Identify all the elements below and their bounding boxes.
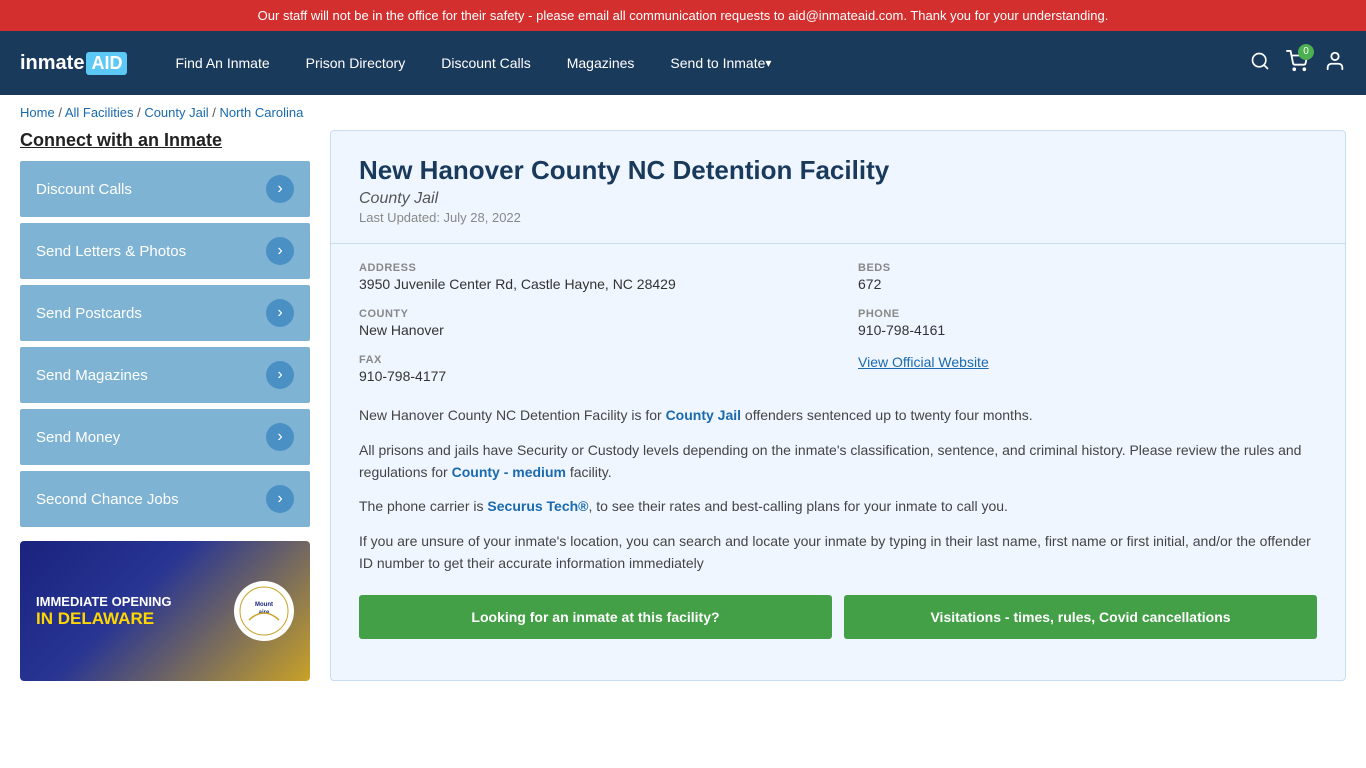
facility-type: County Jail xyxy=(359,190,1317,208)
breadcrumb-north-carolina[interactable]: North Carolina xyxy=(219,105,303,120)
alert-banner: Our staff will not be in the office for … xyxy=(0,0,1366,31)
breadcrumb-county-jail[interactable]: County Jail xyxy=(144,105,208,120)
fax-block: FAX 910-798-4177 xyxy=(359,354,818,384)
chevron-right-icon: › xyxy=(266,485,294,513)
sidebar-item-label: Discount Calls xyxy=(36,181,132,198)
logo[interactable]: inmate AID xyxy=(20,52,127,75)
sidebar-item-label: Send Letters & Photos xyxy=(36,243,186,260)
facility-name: New Hanover County NC Detention Facility xyxy=(359,155,1317,186)
chevron-right-icon: › xyxy=(266,361,294,389)
address-label: ADDRESS xyxy=(359,262,818,274)
county-jail-link-1[interactable]: County Jail xyxy=(666,407,741,423)
info-grid: ADDRESS 3950 Juvenile Center Rd, Castle … xyxy=(359,262,1317,384)
fax-label: FAX xyxy=(359,354,818,366)
website-block: View Official Website xyxy=(858,354,1317,384)
ad-line2: IN DELAWARE xyxy=(36,609,154,629)
desc-4: If you are unsure of your inmate's locat… xyxy=(359,530,1317,575)
desc-3: The phone carrier is Securus Tech®, to s… xyxy=(359,495,1317,517)
chevron-right-icon: › xyxy=(266,299,294,327)
facility-panel: New Hanover County NC Detention Facility… xyxy=(330,130,1346,681)
ad-line1: IMMEDIATE OPENING xyxy=(36,594,172,609)
main-nav: Find An Inmate Prison Directory Discount… xyxy=(157,31,1250,95)
logo-aid-text: AID xyxy=(86,52,127,75)
breadcrumb-home[interactable]: Home xyxy=(20,105,55,120)
address-block: ADDRESS 3950 Juvenile Center Rd, Castle … xyxy=(359,262,818,292)
nav-discount-calls[interactable]: Discount Calls xyxy=(423,31,548,95)
nav-find-inmate[interactable]: Find An Inmate xyxy=(157,31,287,95)
main-content: Connect with an Inmate Discount Calls › … xyxy=(0,130,1366,701)
county-block: COUNTY New Hanover xyxy=(359,308,818,338)
sidebar-item-discount-calls[interactable]: Discount Calls › xyxy=(20,161,310,217)
alert-text: Our staff will not be in the office for … xyxy=(258,8,1109,23)
nav-magazines[interactable]: Magazines xyxy=(549,31,653,95)
chevron-right-icon: › xyxy=(266,237,294,265)
beds-label: BEDS xyxy=(858,262,1317,274)
svg-text:Mount: Mount xyxy=(255,602,273,608)
sidebar-item-label: Send Postcards xyxy=(36,305,142,322)
header: inmate AID Find An Inmate Prison Directo… xyxy=(0,31,1366,95)
address-value: 3950 Juvenile Center Rd, Castle Hayne, N… xyxy=(359,276,818,292)
nav-send-to-inmate[interactable]: Send to Inmate xyxy=(652,31,789,95)
website-link[interactable]: View Official Website xyxy=(858,354,989,370)
facility-updated: Last Updated: July 28, 2022 xyxy=(359,210,1317,225)
county-medium-link[interactable]: County - medium xyxy=(452,464,566,480)
sidebar-item-send-magazines[interactable]: Send Magazines › xyxy=(20,347,310,403)
nav-prison-directory[interactable]: Prison Directory xyxy=(288,31,424,95)
logo-inmate-text: inmate xyxy=(20,52,84,75)
sidebar-item-label: Send Money xyxy=(36,429,120,446)
sidebar-item-send-money[interactable]: Send Money › xyxy=(20,409,310,465)
county-label: COUNTY xyxy=(359,308,818,320)
visitations-button[interactable]: Visitations - times, rules, Covid cancel… xyxy=(844,595,1317,639)
bottom-buttons: Looking for an inmate at this facility? … xyxy=(359,595,1317,639)
breadcrumb-all-facilities[interactable]: All Facilities xyxy=(65,105,134,120)
looking-for-inmate-button[interactable]: Looking for an inmate at this facility? xyxy=(359,595,832,639)
sidebar-item-send-letters[interactable]: Send Letters & Photos › xyxy=(20,223,310,279)
sidebar-item-label: Send Magazines xyxy=(36,367,148,384)
desc-1: New Hanover County NC Detention Facility… xyxy=(359,404,1317,426)
breadcrumb: Home / All Facilities / County Jail / No… xyxy=(0,95,1366,130)
cart-icon[interactable]: 0 xyxy=(1286,50,1308,77)
divider xyxy=(331,243,1345,244)
phone-block: PHONE 910-798-4161 xyxy=(858,308,1317,338)
sidebar-ad[interactable]: IMMEDIATE OPENING IN DELAWARE Mount aire xyxy=(20,541,310,681)
chevron-right-icon: › xyxy=(266,423,294,451)
chevron-right-icon: › xyxy=(266,175,294,203)
sidebar-title: Connect with an Inmate xyxy=(20,130,310,151)
beds-block: BEDS 672 xyxy=(858,262,1317,292)
county-value: New Hanover xyxy=(359,322,818,338)
cart-badge: 0 xyxy=(1298,44,1314,60)
phone-value: 910-798-4161 xyxy=(858,322,1317,338)
search-icon[interactable] xyxy=(1250,51,1270,76)
sidebar-item-label: Second Chance Jobs xyxy=(36,491,179,508)
sidebar-item-second-chance-jobs[interactable]: Second Chance Jobs › xyxy=(20,471,310,527)
ad-logo: Mount aire xyxy=(234,581,294,641)
securus-link[interactable]: Securus Tech® xyxy=(487,498,588,514)
desc-2: All prisons and jails have Security or C… xyxy=(359,439,1317,484)
beds-value: 672 xyxy=(858,276,1317,292)
phone-label: PHONE xyxy=(858,308,1317,320)
fax-value: 910-798-4177 xyxy=(359,368,818,384)
user-icon[interactable] xyxy=(1324,50,1346,77)
sidebar: Connect with an Inmate Discount Calls › … xyxy=(20,130,310,681)
sidebar-item-send-postcards[interactable]: Send Postcards › xyxy=(20,285,310,341)
nav-icons: 0 xyxy=(1250,50,1346,77)
